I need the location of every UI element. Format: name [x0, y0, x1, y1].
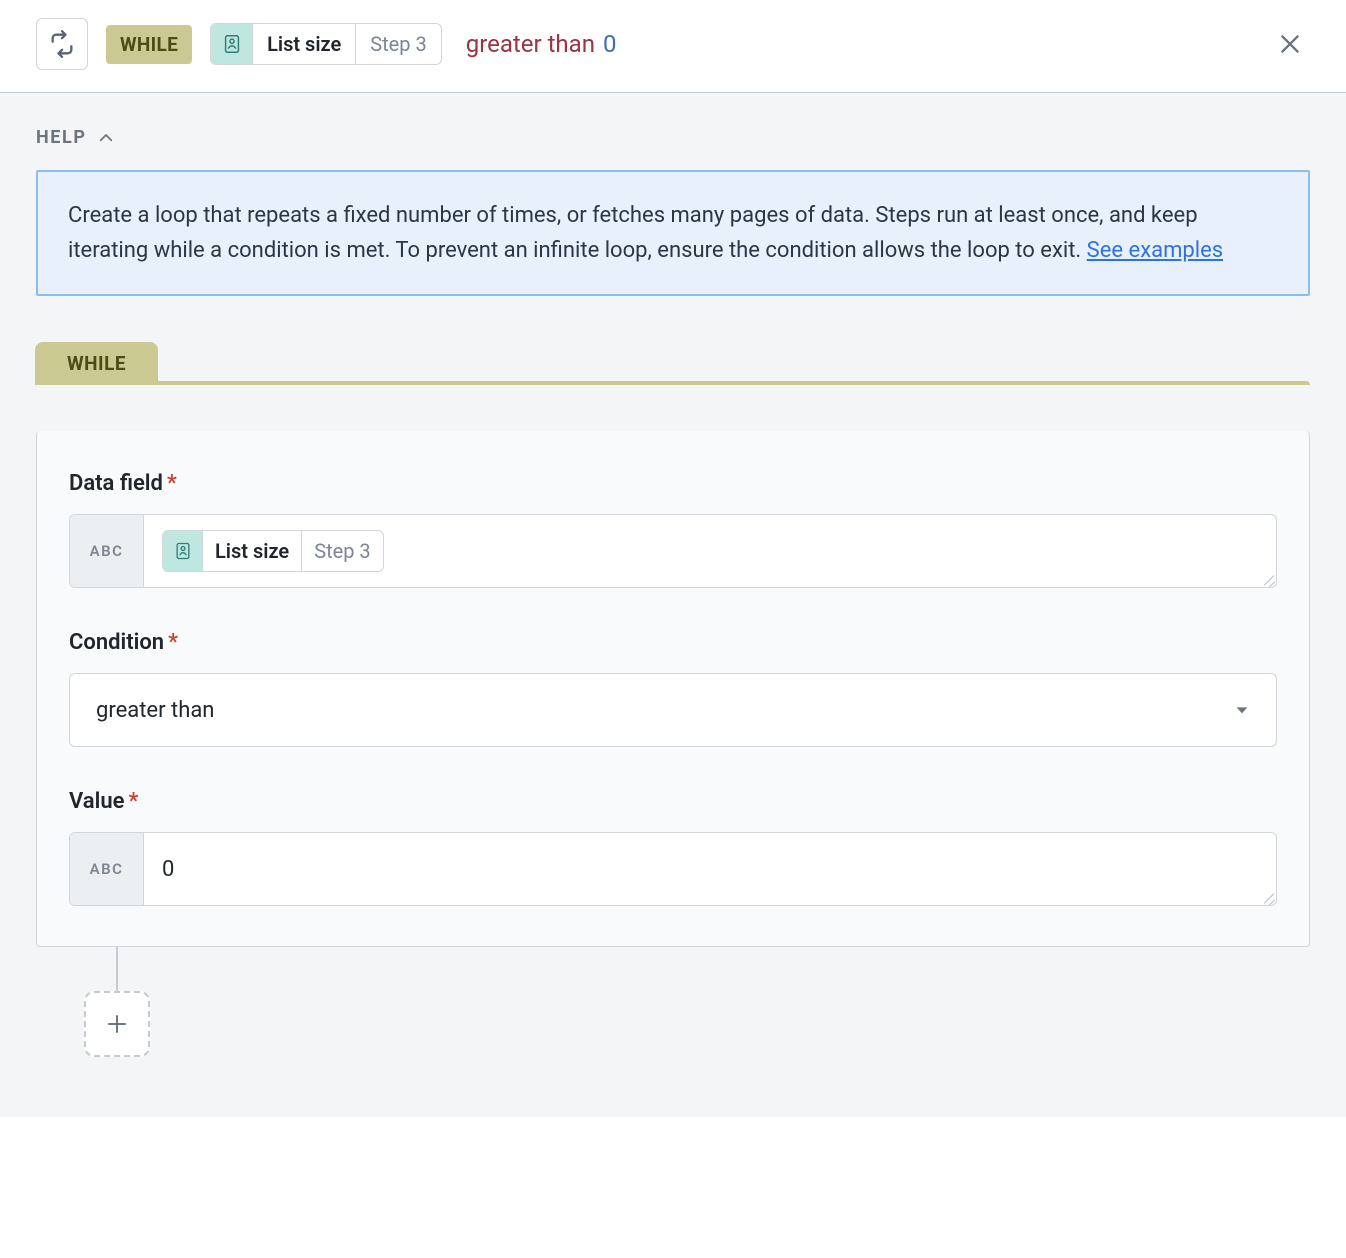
editor-header: WHILE List size Step 3 greater than 0 — [0, 0, 1346, 93]
summary-value: 0 — [603, 30, 617, 58]
condition-label: Condition* — [69, 630, 1277, 655]
field-condition: Condition* greater than — [69, 630, 1277, 747]
panel-accent — [158, 381, 1310, 385]
chevron-up-icon — [97, 129, 115, 147]
value-content[interactable]: 0 — [144, 833, 1276, 905]
help-title: HELP — [36, 127, 87, 148]
editor-body: HELP Create a loop that repeats a fixed … — [0, 93, 1346, 1117]
caret-down-icon — [1234, 702, 1250, 718]
condition-selected-value: greater than — [96, 698, 214, 723]
data-field-label-text: Data field — [69, 471, 163, 496]
data-source-icon — [211, 24, 253, 64]
header-pill-step: Step 3 — [355, 24, 440, 64]
data-field-pill[interactable]: List size Step 3 — [162, 530, 384, 572]
help-toggle[interactable]: HELP — [36, 127, 1310, 148]
header-summary: greater than 0 — [466, 30, 617, 58]
value-label-text: Value — [69, 789, 124, 814]
field-value: Value* ABC 0 — [69, 789, 1277, 906]
help-box: Create a loop that repeats a fixed numbe… — [36, 170, 1310, 296]
close-button[interactable] — [1270, 24, 1310, 64]
panel-tabs: WHILE — [36, 342, 1310, 385]
data-field-input[interactable]: ABC List size — [69, 514, 1277, 588]
close-icon — [1277, 31, 1303, 57]
tab-while[interactable]: WHILE — [35, 342, 158, 385]
input-type-abc: ABC — [70, 833, 144, 905]
required-marker: * — [128, 789, 138, 814]
help-text: Create a loop that repeats a fixed numbe… — [68, 203, 1198, 263]
data-field-pill-step: Step 3 — [301, 531, 382, 571]
required-marker: * — [167, 471, 177, 496]
data-field-pill-main: List size — [203, 531, 301, 571]
header-pill-main: List size — [253, 24, 355, 64]
data-field-content[interactable]: List size Step 3 — [144, 515, 1276, 587]
add-step-button[interactable] — [84, 991, 150, 1057]
value-input[interactable]: ABC 0 — [69, 832, 1277, 906]
loop-icon — [48, 30, 76, 58]
while-badge: WHILE — [106, 25, 192, 64]
field-data-field: Data field* ABC — [69, 471, 1277, 588]
summary-operator: greater than — [466, 30, 595, 58]
input-type-abc: ABC — [70, 515, 144, 587]
plus-icon — [105, 1012, 129, 1036]
help-examples-link[interactable]: See examples — [1087, 238, 1223, 263]
loop-step-icon-button[interactable] — [36, 18, 88, 70]
value-label: Value* — [69, 789, 1277, 814]
header-data-pill[interactable]: List size Step 3 — [210, 23, 442, 65]
data-field-label: Data field* — [69, 471, 1277, 496]
condition-select[interactable]: greater than — [69, 673, 1277, 747]
config-panel: Data field* ABC — [36, 431, 1310, 947]
data-source-icon — [163, 531, 203, 571]
required-marker: * — [168, 630, 178, 655]
connector-line — [116, 947, 118, 991]
condition-label-text: Condition — [69, 630, 164, 655]
